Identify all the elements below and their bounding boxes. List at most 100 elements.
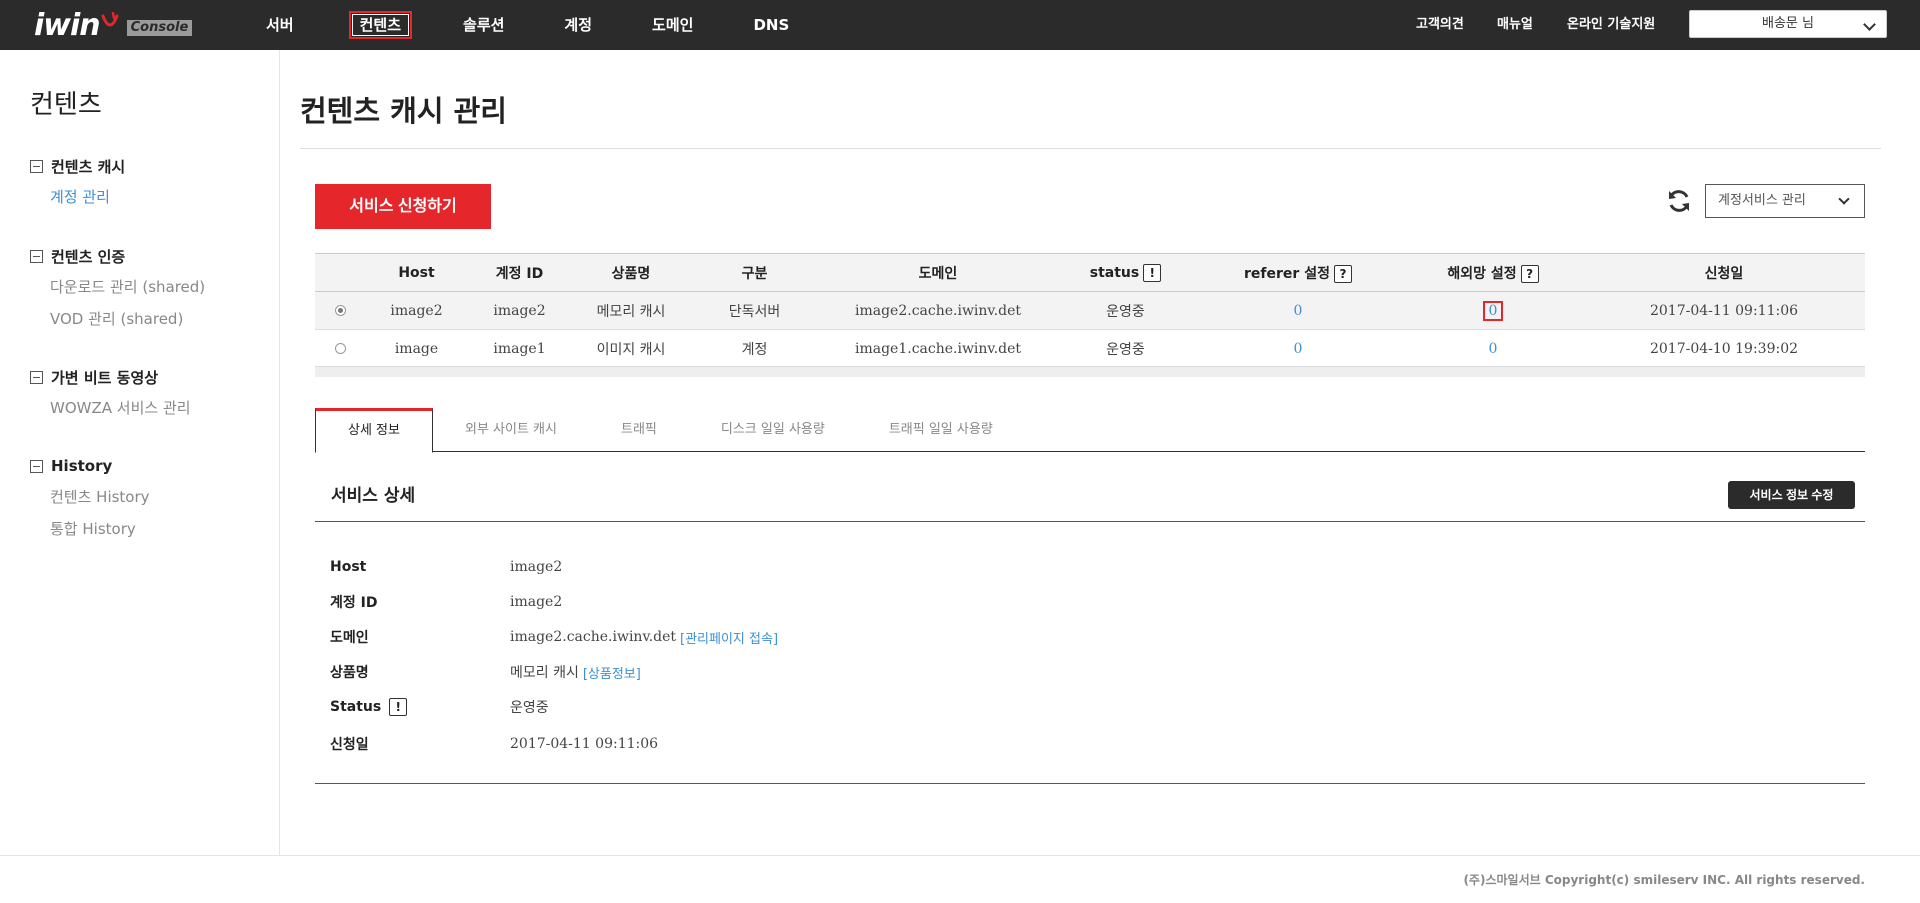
sidebar-item-account-manage[interactable]: 계정 관리 [50, 186, 125, 209]
chevron-down-icon [1838, 193, 1850, 205]
column-product: 상품명 [571, 253, 691, 292]
top-bar: iwin Console 서버 컨텐츠 솔루션 계정 도메인 DNS 고객의견 … [0, 0, 1920, 50]
overseas-count-link[interactable]: 0 [1482, 300, 1504, 321]
column-host: Host [365, 253, 468, 292]
detail-row-domain: 도메인 image2.cache.iwinv.det [관리페이지 접속] [330, 627, 778, 647]
nav-domain[interactable]: 도메인 [644, 0, 701, 50]
overseas-count-link[interactable]: 0 [1489, 341, 1498, 357]
sidebar-group-label: History [51, 457, 113, 475]
tab-detail-info[interactable]: 상세 정보 [315, 408, 433, 453]
cell-domain: image1.cache.iwinv.det [818, 329, 1058, 368]
detail-label: Status! [330, 698, 510, 716]
row-radio[interactable] [334, 343, 346, 354]
product-info-link[interactable]: [상품정보] [583, 663, 641, 682]
status-info-icon[interactable]: ! [1143, 263, 1162, 282]
detail-value: image2 [510, 594, 563, 610]
detail-value: image2 [510, 559, 563, 575]
table-row[interactable]: image2 image2 메모리 캐시 단독서버 image2.cache.i… [315, 291, 1865, 330]
sidebar-group-abr: 가변 비트 동영상 WOWZA 서비스 관리 [30, 366, 191, 420]
logo-text: iwin [34, 7, 101, 43]
sidebar-item-download-manage[interactable]: 다운로드 관리 (shared) [50, 276, 205, 299]
tab-disk-daily[interactable]: 디스크 일일 사용량 [689, 408, 857, 452]
sidebar-group-cache: 컨텐츠 캐시 계정 관리 [30, 155, 125, 209]
user-menu-select[interactable]: 배송문 님 [1689, 10, 1887, 38]
edit-service-info-button[interactable]: 서비스 정보 수정 [1728, 481, 1855, 509]
refresh-icon[interactable] [1666, 188, 1692, 214]
status-info-icon[interactable]: ! [389, 698, 408, 716]
cell-type: 계정 [691, 329, 818, 368]
nav-account[interactable]: 계정 [556, 0, 600, 50]
column-type: 구분 [691, 253, 818, 292]
cell-host: image [365, 329, 468, 368]
apply-service-button[interactable]: 서비스 신청하기 [315, 184, 491, 229]
table-row[interactable]: image image1 이미지 캐시 계정 image1.cache.iwin… [315, 329, 1865, 368]
page-title: 컨텐츠 캐시 관리 [300, 94, 507, 128]
detail-label: 계정 ID [330, 595, 378, 611]
cell-host: image2 [365, 291, 468, 330]
tab-traffic-daily[interactable]: 트래픽 일일 사용량 [857, 408, 1025, 452]
sidebar-item-total-history[interactable]: 통합 History [50, 518, 150, 541]
sidebar-title: 컨텐츠 [30, 90, 102, 120]
detail-label: 도메인 [330, 630, 369, 646]
util-feedback[interactable]: 고객의견 [1416, 0, 1464, 50]
cell-referer: 0 [1193, 291, 1403, 330]
referer-count-link[interactable]: 0 [1294, 303, 1303, 319]
cell-date: 2017-04-10 19:39:02 [1583, 329, 1865, 368]
sidebar-group-history: History 컨텐츠 History 통합 History [30, 455, 150, 541]
cell-product: 메모리 캐시 [571, 291, 691, 330]
detail-label-text: Status [330, 699, 382, 715]
tab-traffic[interactable]: 트래픽 [589, 408, 689, 452]
admin-page-link[interactable]: [관리페이지 접속] [680, 628, 778, 647]
logo[interactable]: iwin Console [34, 7, 193, 43]
sidebar-group-head[interactable]: 가변 비트 동영상 [30, 366, 191, 388]
referer-count-link[interactable]: 0 [1294, 341, 1303, 357]
user-name: 배송문 님 [1762, 16, 1814, 31]
detail-label: 신청일 [330, 737, 369, 753]
cell-account-id: image2 [468, 291, 571, 330]
cell-overseas: 0 [1403, 291, 1583, 330]
smile-logo-icon [101, 12, 119, 27]
table-scrollbar[interactable] [315, 366, 1865, 377]
referer-help-icon[interactable]: ? [1333, 264, 1352, 283]
util-tech-support[interactable]: 온라인 기술지원 [1567, 0, 1655, 50]
row-radio-cell [315, 291, 365, 330]
row-radio[interactable] [334, 305, 346, 316]
column-domain: 도메인 [818, 253, 1058, 292]
nav-contents[interactable]: 컨텐츠 [348, 0, 413, 50]
row-radio-cell [315, 329, 365, 368]
column-account-id: 계정 ID [468, 253, 571, 292]
service-manage-select[interactable]: 계정서비스 관리 [1705, 184, 1865, 218]
detail-value: image2.cache.iwinv.det [510, 629, 677, 645]
nav-solution[interactable]: 솔루션 [455, 0, 512, 50]
collapse-icon [30, 159, 43, 173]
tab-external-cache[interactable]: 외부 사이트 캐시 [433, 408, 589, 452]
detail-value: 2017-04-11 09:11:06 [510, 736, 659, 752]
cell-overseas: 0 [1403, 329, 1583, 368]
service-table: Host 계정 ID 상품명 구분 도메인 status! referer 설정… [315, 253, 1865, 368]
nav-label: 계정 [564, 16, 593, 34]
util-manual[interactable]: 매뉴얼 [1497, 0, 1533, 50]
service-select-value: 계정서비스 관리 [1718, 193, 1806, 208]
column-status: status! [1058, 253, 1193, 292]
overseas-help-icon[interactable]: ? [1520, 264, 1539, 283]
nav-server[interactable]: 서버 [258, 0, 302, 50]
divider [315, 521, 1865, 522]
sidebar-group-head[interactable]: 컨텐츠 캐시 [30, 155, 125, 177]
sidebar-group-head[interactable]: History [30, 455, 150, 477]
sidebar-group-auth: 컨텐츠 인증 다운로드 관리 (shared) VOD 관리 (shared) [30, 245, 205, 331]
cell-type: 단독서버 [691, 291, 818, 330]
sidebar-item-wowza[interactable]: WOWZA 서비스 관리 [50, 397, 191, 420]
nav-label: 컨텐츠 [348, 11, 413, 39]
cell-product: 이미지 캐시 [571, 329, 691, 368]
detail-tabs: 상세 정보 외부 사이트 캐시 트래픽 디스크 일일 사용량 트래픽 일일 사용… [315, 408, 1865, 453]
sidebar-item-contents-history[interactable]: 컨텐츠 History [50, 486, 150, 509]
cell-date: 2017-04-11 09:11:06 [1583, 291, 1865, 330]
column-referer-label: referer 설정 [1244, 265, 1330, 282]
nav-label: 서버 [266, 16, 294, 34]
collapse-icon [30, 249, 43, 263]
column-date: 신청일 [1583, 253, 1865, 292]
sidebar-item-vod-manage[interactable]: VOD 관리 (shared) [50, 308, 205, 331]
nav-dns[interactable]: DNS [745, 0, 797, 50]
sidebar-group-head[interactable]: 컨텐츠 인증 [30, 245, 205, 267]
detail-label: Host [330, 559, 367, 575]
